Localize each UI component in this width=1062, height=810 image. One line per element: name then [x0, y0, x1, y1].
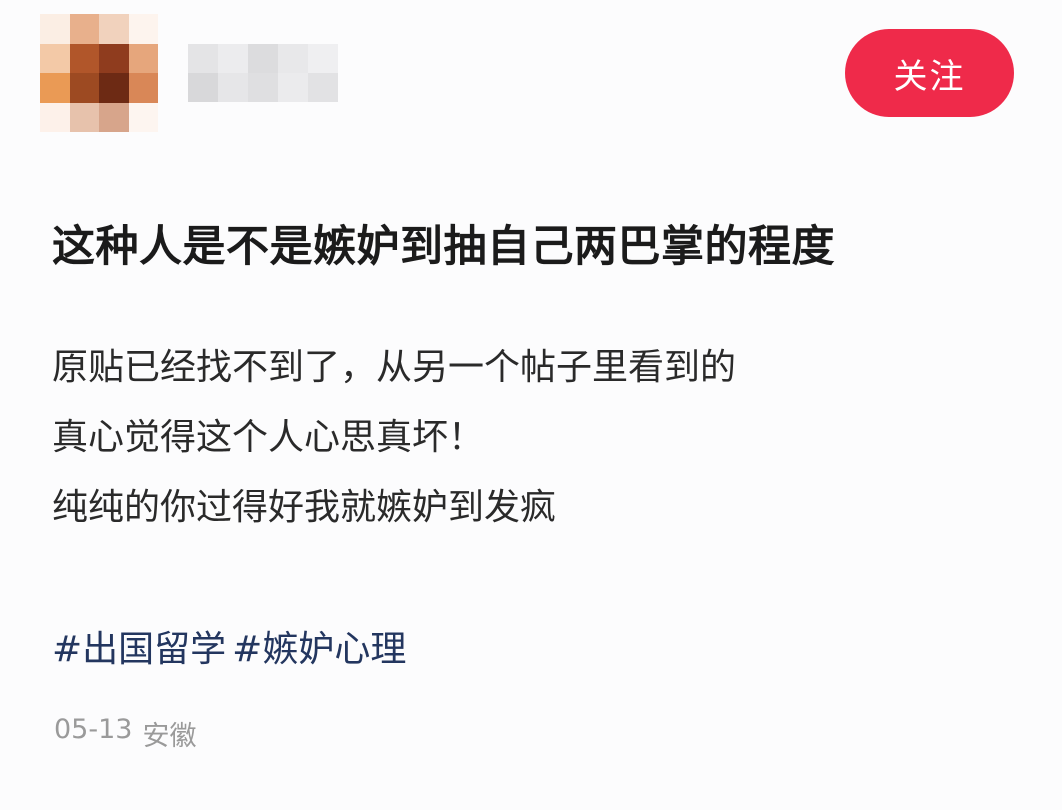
avatar-pixel	[69, 102, 99, 132]
avatar-pixel	[128, 14, 158, 44]
username-pixel	[248, 44, 278, 73]
avatar-pixel	[99, 43, 129, 73]
username-pixel	[218, 73, 248, 102]
post-body-line: 纯纯的你过得好我就嫉妒到发疯	[52, 487, 557, 528]
avatar-pixel	[69, 73, 99, 103]
avatar-pixel	[40, 43, 70, 73]
author-username-blurred[interactable]	[188, 44, 338, 102]
post-body: 原贴已经找不到了，从另一个帖子里看到的 真心觉得这个人心思真坏！ 纯纯的你过得好…	[52, 340, 736, 550]
post-body-line: 原贴已经找不到了，从另一个帖子里看到的	[52, 347, 737, 388]
username-pixel	[188, 44, 218, 73]
post-meta: 05-13 安徽	[54, 714, 196, 753]
avatar-pixel	[40, 73, 70, 103]
avatar-pixel	[99, 14, 129, 44]
post-page: 关注 这种人是不是嫉妒到抽自己两巴掌的程度 原贴已经找不到了，从另一个帖子里看到…	[0, 0, 1062, 810]
post-tags: #出国留学 #嫉妒心理	[52, 620, 406, 672]
hashtag-link[interactable]: #出国留学	[52, 620, 226, 672]
post-location: 安徽	[142, 721, 197, 752]
username-pixel	[308, 73, 338, 102]
avatar-pixel	[128, 43, 158, 73]
avatar-pixel	[99, 73, 129, 103]
follow-button[interactable]: 关注	[845, 29, 1014, 117]
avatar-pixel	[128, 73, 158, 103]
avatar-pixel	[40, 102, 70, 132]
author-avatar[interactable]	[40, 14, 158, 132]
username-pixel	[188, 73, 218, 102]
username-pixel	[218, 44, 248, 73]
username-pixel	[248, 73, 278, 102]
avatar-pixel	[69, 14, 99, 44]
username-pixel	[308, 44, 338, 73]
post-body-line: 真心觉得这个人心思真坏！	[52, 417, 485, 458]
avatar-pixel	[69, 43, 99, 73]
avatar-pixel	[99, 102, 129, 132]
username-pixel	[278, 73, 308, 102]
hashtag-link[interactable]: #嫉妒心理	[232, 620, 406, 672]
avatar-pixel	[40, 14, 70, 44]
post-title: 这种人是不是嫉妒到抽自己两巴掌的程度	[52, 222, 835, 272]
username-pixel	[278, 44, 308, 73]
post-date: 05-13	[54, 714, 133, 745]
avatar-pixel	[128, 102, 158, 132]
